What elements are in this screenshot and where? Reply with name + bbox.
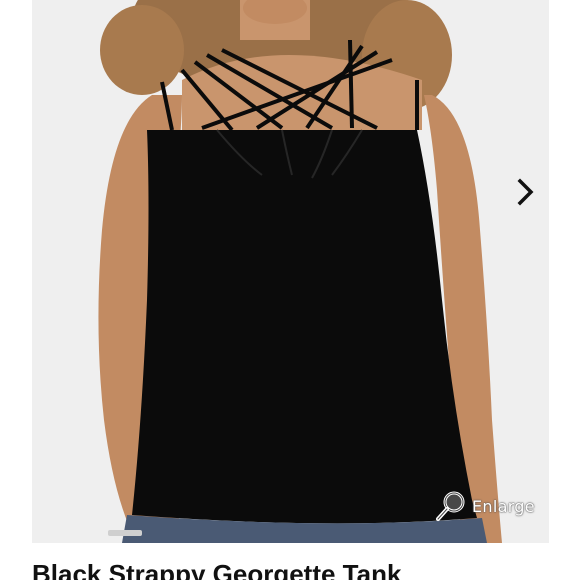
- product-listing-screen: Enlarge Black Strappy Georgette Tank: [0, 0, 580, 580]
- chevron-right-icon: [517, 178, 534, 206]
- magnifier-icon: [436, 491, 465, 521]
- product-photo[interactable]: [32, 0, 549, 543]
- model-illustration: [98, 0, 502, 543]
- next-image-button[interactable]: [510, 172, 544, 212]
- enlarge-label: Enlarge: [472, 496, 535, 516]
- enlarge-button[interactable]: Enlarge: [435, 488, 535, 524]
- product-title: Black Strappy Georgette Tank: [32, 559, 402, 580]
